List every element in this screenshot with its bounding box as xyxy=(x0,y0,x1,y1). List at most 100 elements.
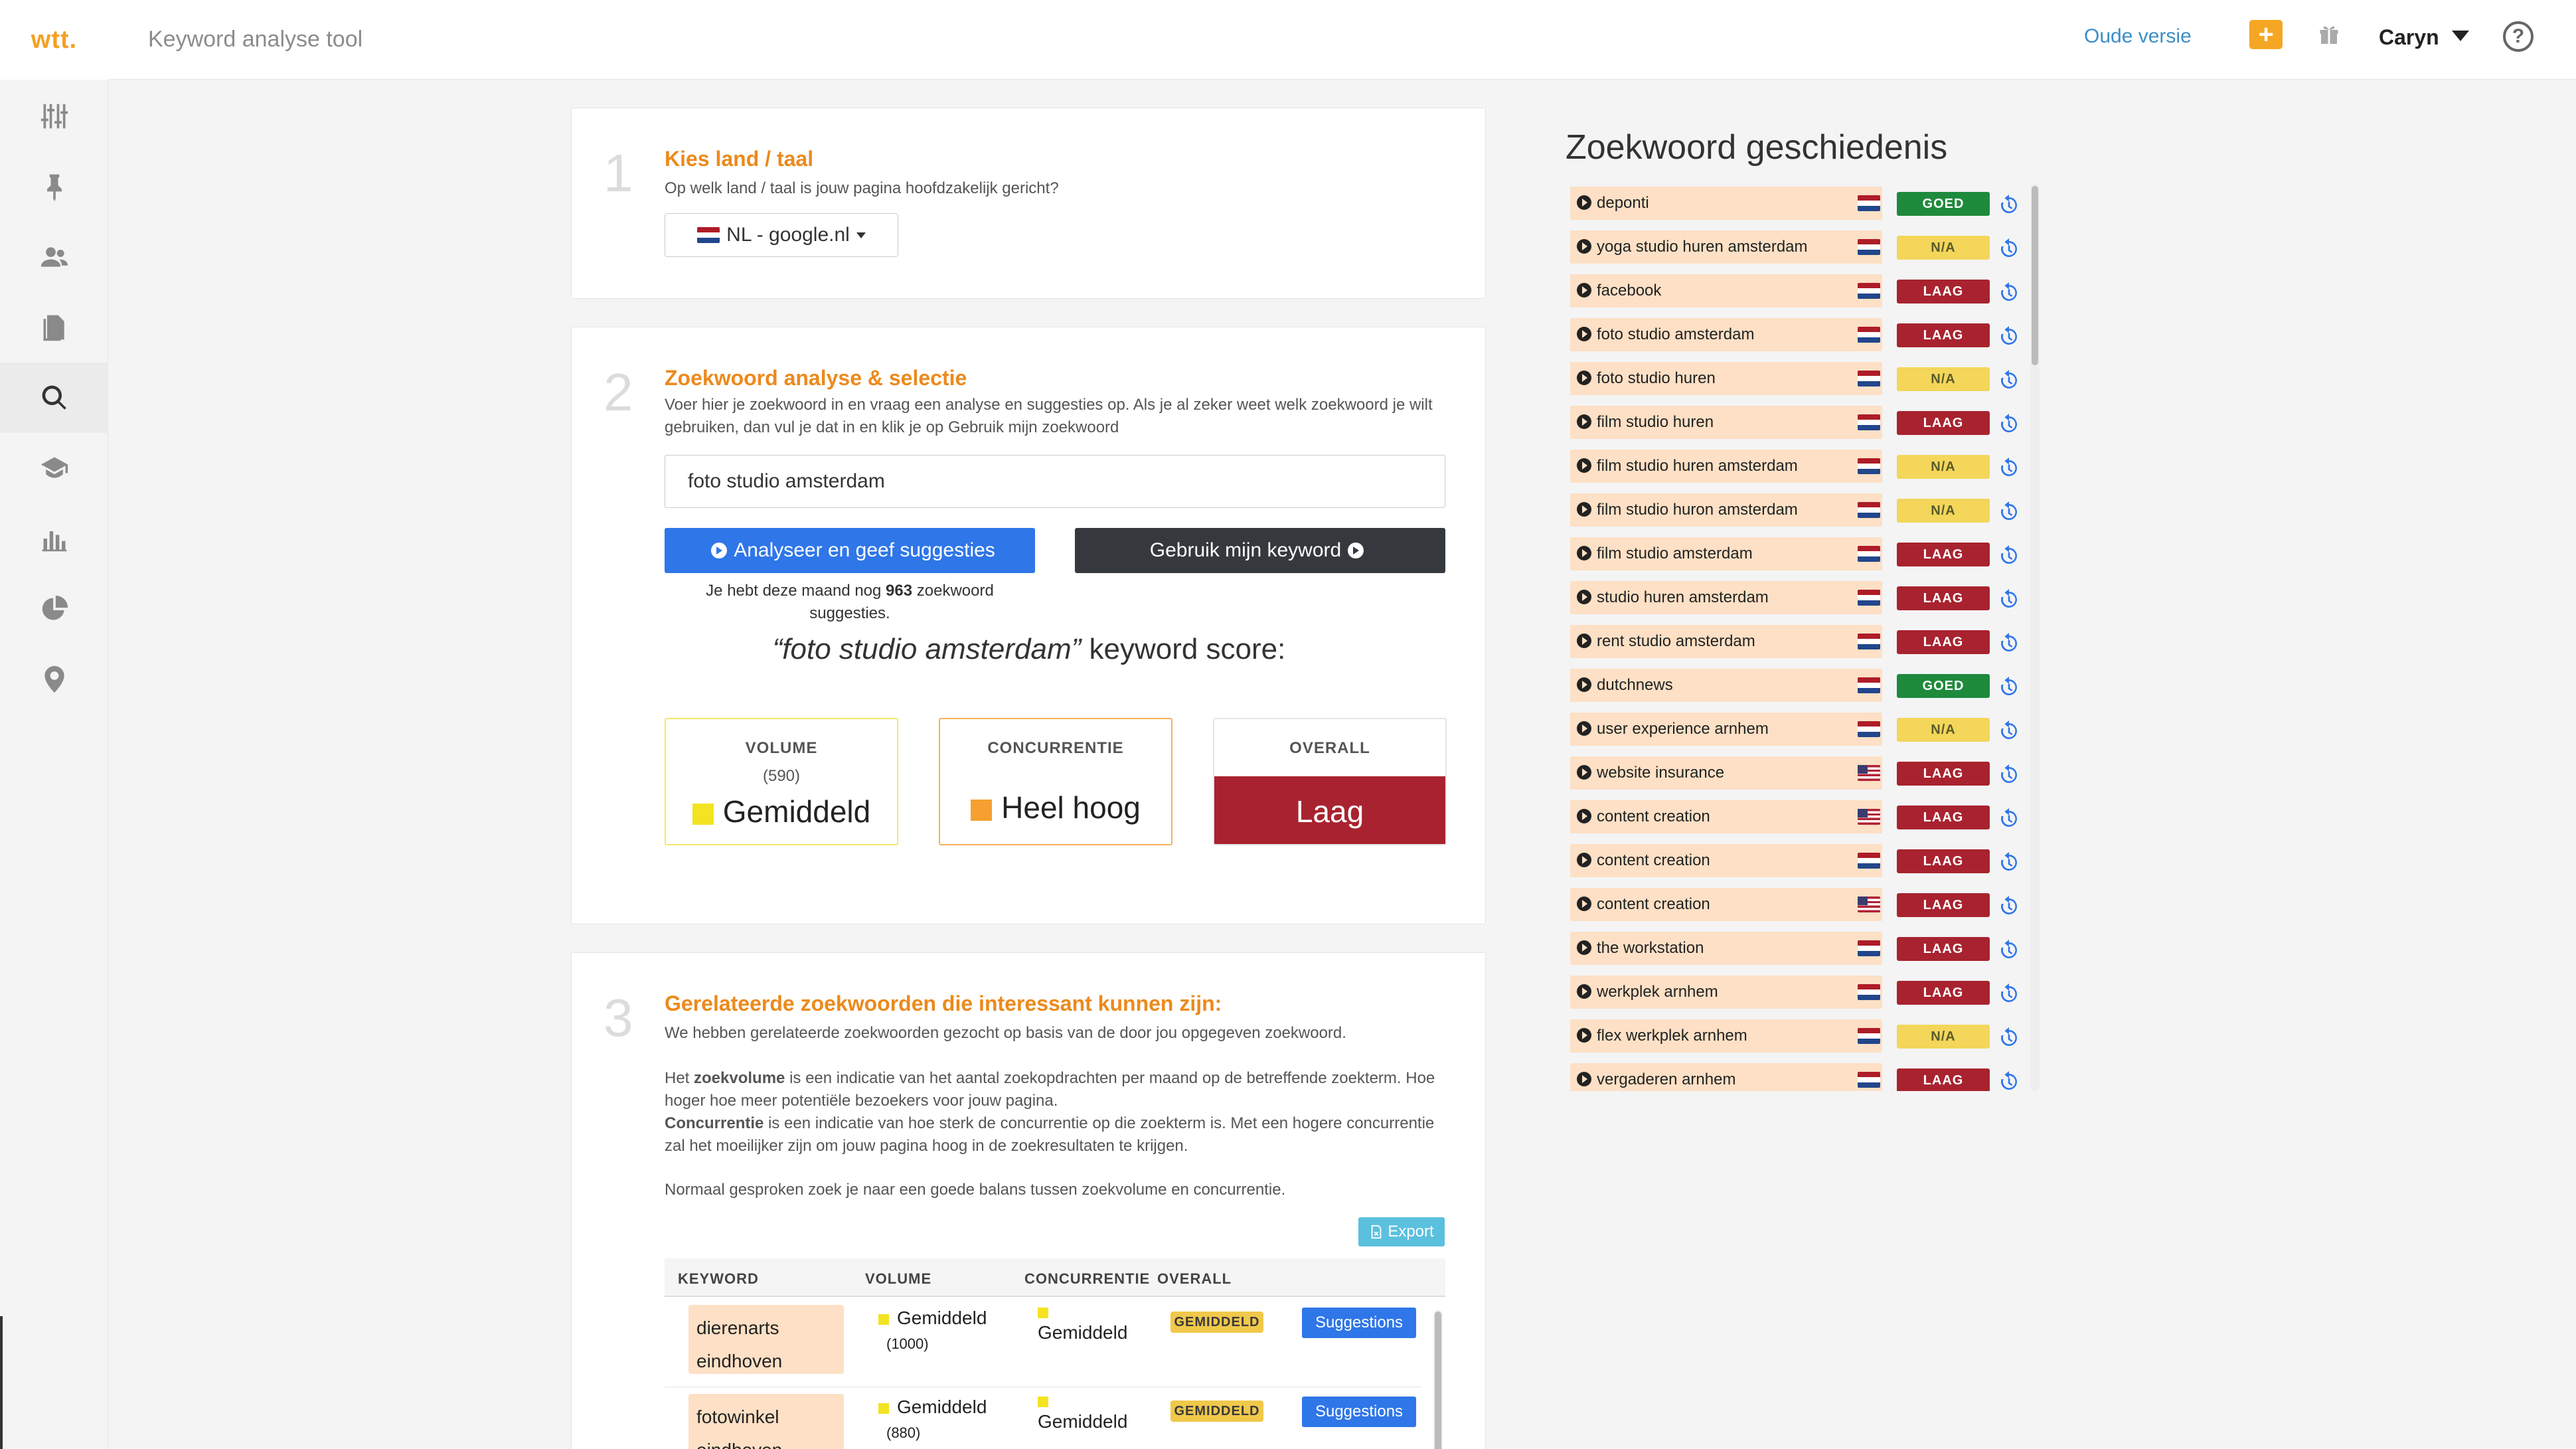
history-restore-icon[interactable] xyxy=(1998,852,2020,873)
overall-score-box: OVERALL Laag xyxy=(1213,718,1447,845)
arrow-circle-icon xyxy=(1577,983,1591,999)
suggestions-button[interactable]: Suggestions xyxy=(1302,1397,1416,1427)
user-menu[interactable]: Caryn xyxy=(2379,25,2439,50)
add-button[interactable]: + xyxy=(2249,20,2283,49)
history-restore-icon[interactable] xyxy=(1998,940,2020,961)
sidebar-item-users[interactable] xyxy=(0,222,108,292)
history-item[interactable]: film studio huron amsterdam N/A xyxy=(1570,491,2022,535)
history-restore-icon[interactable] xyxy=(1998,195,2020,216)
analyse-button[interactable]: Analyseer en geef suggesties xyxy=(665,528,1035,573)
history-scrollbar-thumb[interactable] xyxy=(2032,186,2038,365)
history-restore-icon[interactable] xyxy=(1998,370,2020,391)
history-keyword[interactable]: vergaderen arnhem xyxy=(1570,1063,1882,1091)
history-restore-icon[interactable] xyxy=(1998,677,2020,698)
history-item[interactable]: film studio huren amsterdam N/A xyxy=(1570,447,2022,491)
history-item[interactable]: studio huren amsterdam LAAG xyxy=(1570,578,2022,622)
us-flag-icon xyxy=(1858,896,1880,912)
history-keyword[interactable]: film studio huren amsterdam xyxy=(1570,450,1882,483)
chevron-down-icon[interactable] xyxy=(2452,31,2469,41)
history-keyword[interactable]: rent studio amsterdam xyxy=(1570,625,1882,658)
history-restore-icon[interactable] xyxy=(1998,633,2020,654)
history-keyword[interactable]: foto studio amsterdam xyxy=(1570,318,1882,351)
history-keyword[interactable]: yoga studio huren amsterdam xyxy=(1570,230,1882,264)
history-item[interactable]: deponti GOED xyxy=(1570,184,2022,228)
row-keyword: fotowinkel eindhoven xyxy=(688,1394,844,1449)
history-keyword[interactable]: facebook xyxy=(1570,274,1882,307)
history-restore-icon[interactable] xyxy=(1998,808,2020,829)
sidebar-item-pins[interactable] xyxy=(0,151,108,222)
history-keyword[interactable]: dutchnews xyxy=(1570,669,1882,702)
history-keyword[interactable]: content creation xyxy=(1570,800,1882,833)
pin-icon xyxy=(46,174,62,201)
history-item[interactable]: content creation LAAG xyxy=(1570,841,2022,885)
history-item[interactable]: rent studio amsterdam LAAG xyxy=(1570,622,2022,666)
history-keyword[interactable]: user experience arnhem xyxy=(1570,713,1882,746)
nl-flag-icon xyxy=(1858,853,1880,869)
arrow-circle-icon xyxy=(1577,633,1591,648)
history-item[interactable]: foto studio huren N/A xyxy=(1570,359,2022,403)
table-scrollbar-thumb[interactable] xyxy=(1435,1312,1441,1449)
history-restore-icon[interactable] xyxy=(1998,896,2020,917)
volume-count: (590) xyxy=(762,767,801,785)
history-restore-icon[interactable] xyxy=(1998,282,2020,303)
history-restore-icon[interactable] xyxy=(1998,1071,2020,1091)
history-item[interactable]: website insurance LAAG xyxy=(1570,754,2022,798)
history-item[interactable]: content creation LAAG xyxy=(1570,885,2022,929)
history-keyword-text: yoga studio huren amsterdam xyxy=(1597,238,1808,256)
history-restore-icon[interactable] xyxy=(1998,238,2020,260)
history-restore-icon[interactable] xyxy=(1998,1027,2020,1049)
help-icon[interactable]: ? xyxy=(2503,21,2534,52)
country-select[interactable]: NL - google.nl xyxy=(665,213,898,257)
col-keyword: KEYWORD xyxy=(678,1270,759,1287)
history-item[interactable]: werkplek arnhem LAAG xyxy=(1570,973,2022,1017)
sidebar-item-reports[interactable] xyxy=(0,503,108,574)
history-item[interactable]: foto studio amsterdam LAAG xyxy=(1570,315,2022,359)
suggestions-button[interactable]: Suggestions xyxy=(1302,1308,1416,1338)
sidebar-item-analytics[interactable] xyxy=(0,574,108,644)
logo[interactable]: wtt. xyxy=(0,0,108,80)
history-restore-icon[interactable] xyxy=(1998,414,2020,435)
gift-icon[interactable] xyxy=(2317,22,2341,46)
history-item[interactable]: film studio amsterdam LAAG xyxy=(1570,535,2022,578)
history-restore-icon[interactable] xyxy=(1998,458,2020,479)
history-item[interactable]: vergaderen arnhem LAAG xyxy=(1570,1061,2022,1091)
sidebar-item-search[interactable] xyxy=(0,363,108,433)
history-item[interactable]: film studio huren LAAG xyxy=(1570,403,2022,447)
history-keyword[interactable]: werkplek arnhem xyxy=(1570,976,1882,1009)
history-keyword[interactable]: film studio huren xyxy=(1570,406,1882,439)
history-keyword[interactable]: content creation xyxy=(1570,888,1882,921)
history-restore-icon[interactable] xyxy=(1998,545,2020,566)
history-item[interactable]: dutchnews GOED xyxy=(1570,666,2022,710)
old-version-link[interactable]: Oude versie xyxy=(2084,25,2192,48)
sidebar-item-locations[interactable] xyxy=(0,644,108,715)
history-keyword[interactable]: deponti xyxy=(1570,187,1882,220)
history-item[interactable]: content creation LAAG xyxy=(1570,798,2022,841)
history-restore-icon[interactable] xyxy=(1998,721,2020,742)
history-item[interactable]: flex werkplek arnhem N/A xyxy=(1570,1017,2022,1061)
keyword-input[interactable] xyxy=(665,455,1445,508)
history-keyword[interactable]: film studio huron amsterdam xyxy=(1570,493,1882,527)
history-item[interactable]: the workstation LAAG xyxy=(1570,929,2022,973)
history-keyword[interactable]: studio huren amsterdam xyxy=(1570,581,1882,614)
table-row: dierenarts eindhoven Gemiddeld (1000) Ge… xyxy=(665,1298,1421,1387)
use-keyword-button[interactable]: Gebruik mijn keyword xyxy=(1075,528,1445,573)
history-keyword[interactable]: foto studio huren xyxy=(1570,362,1882,395)
history-status-badge: LAAG xyxy=(1897,411,1990,435)
history-keyword[interactable]: film studio amsterdam xyxy=(1570,537,1882,570)
history-restore-icon[interactable] xyxy=(1998,326,2020,347)
history-restore-icon[interactable] xyxy=(1998,501,2020,523)
sidebar-item-academy[interactable] xyxy=(0,433,108,503)
sidebar-item-documents[interactable] xyxy=(0,292,108,363)
export-button[interactable]: Export xyxy=(1358,1217,1445,1246)
history-restore-icon[interactable] xyxy=(1998,983,2020,1005)
sidebar-item-settings[interactable] xyxy=(0,81,108,151)
history-keyword[interactable]: the workstation xyxy=(1570,932,1882,965)
history-keyword[interactable]: flex werkplek arnhem xyxy=(1570,1019,1882,1053)
history-keyword[interactable]: content creation xyxy=(1570,844,1882,877)
history-restore-icon[interactable] xyxy=(1998,589,2020,610)
history-item[interactable]: user experience arnhem N/A xyxy=(1570,710,2022,754)
history-item[interactable]: facebook LAAG xyxy=(1570,272,2022,315)
history-restore-icon[interactable] xyxy=(1998,764,2020,786)
history-keyword[interactable]: website insurance xyxy=(1570,756,1882,790)
history-item[interactable]: yoga studio huren amsterdam N/A xyxy=(1570,228,2022,272)
